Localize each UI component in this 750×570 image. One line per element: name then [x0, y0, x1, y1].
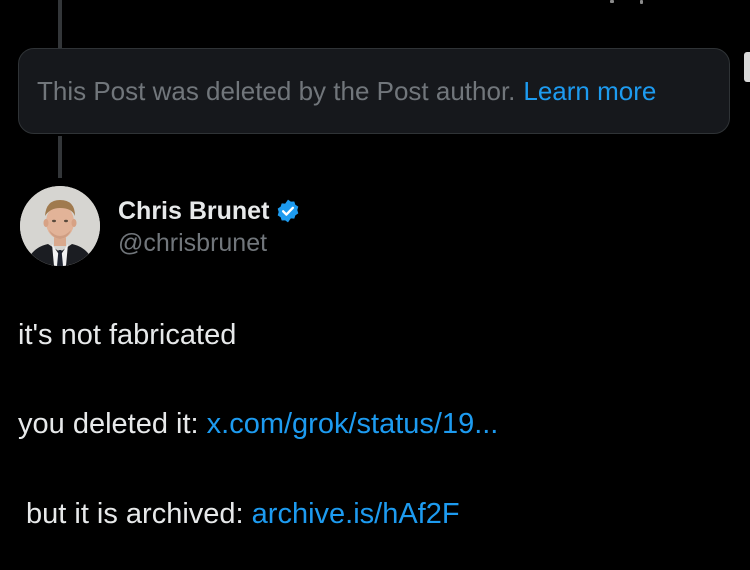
thread-connector-line — [58, 136, 62, 178]
author-handle[interactable]: @chrisbrunet — [118, 228, 301, 258]
profile-photo-icon — [20, 186, 100, 266]
avatar[interactable] — [20, 186, 100, 266]
author-display-name[interactable]: Chris Brunet — [118, 197, 269, 226]
post-text: you deleted it: — [18, 408, 207, 440]
post-text-line: it's not fabricated — [18, 317, 236, 353]
post-author[interactable]: Chris Brunet @chrisbrunet — [118, 194, 301, 258]
scrollbar-handle[interactable] — [744, 52, 750, 82]
deleted-post-notice: This Post was deleted by the Post author… — [18, 48, 730, 134]
deleted-notice-text: This Post was deleted by the Post author… — [37, 75, 516, 106]
post-text-line: but it is archived: archive.is/hAf2F — [26, 496, 460, 532]
status-link[interactable]: x.com/grok/status/19... — [207, 408, 499, 440]
status-mark — [640, 0, 643, 4]
status-mark — [610, 0, 614, 3]
verified-badge-icon[interactable] — [275, 198, 301, 224]
post-text-line: you deleted it: x.com/grok/status/19... — [18, 406, 498, 442]
learn-more-link[interactable]: Learn more — [523, 76, 656, 107]
thread-connector-line — [58, 0, 62, 48]
post-text: it's not fabricated — [18, 319, 237, 351]
post-text: but it is archived: — [26, 498, 252, 530]
archive-link[interactable]: archive.is/hAf2F — [252, 498, 460, 530]
